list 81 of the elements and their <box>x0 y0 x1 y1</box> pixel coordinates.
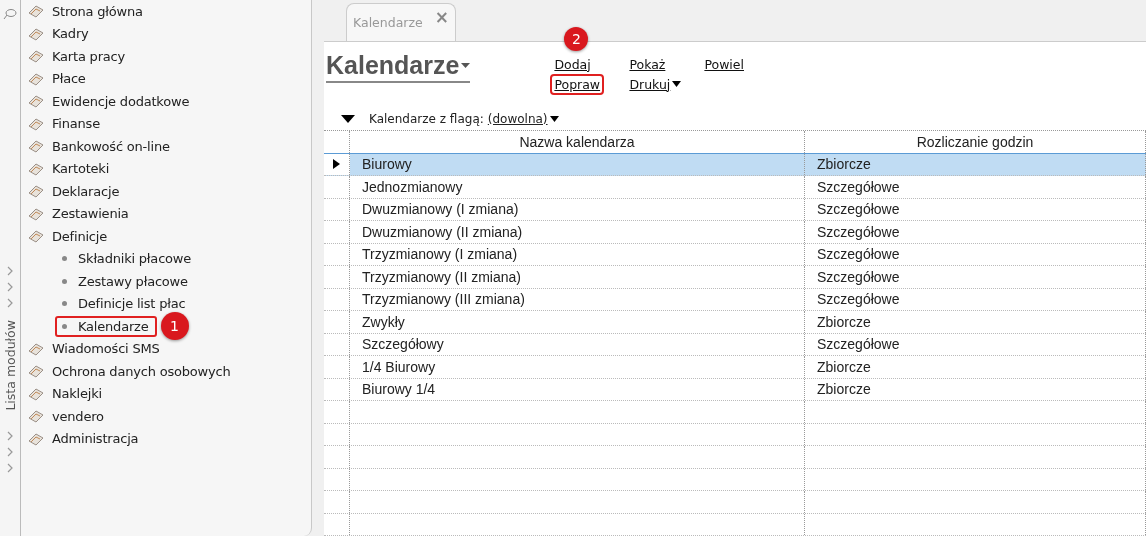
sidebar-subitem[interactable]: Kalendarze <box>55 315 157 337</box>
chevron-icon[interactable] <box>6 430 14 441</box>
table-cell: Szczegółowe <box>805 243 1146 265</box>
module-icon <box>27 93 45 110</box>
table-cell: Szczegółowe <box>805 221 1146 243</box>
column-header[interactable]: Rozliczanie godzin <box>805 131 1146 153</box>
action-link[interactable]: Drukuj <box>625 73 686 95</box>
sidebar-item[interactable]: Zestawienia <box>52 206 129 222</box>
table-cell: Szczegółowe <box>805 333 1146 355</box>
module-icon <box>27 408 45 425</box>
table-cell: Szczegółowe <box>805 266 1146 288</box>
module-icon <box>27 138 45 155</box>
action-link[interactable]: Dodaj <box>550 53 595 75</box>
sidebar-item[interactable]: Finanse <box>52 116 100 132</box>
table-cell: Szczegółowe <box>805 176 1146 198</box>
table-row[interactable]: Zwykły Zbiorcze <box>324 311 1146 334</box>
module-list-label[interactable]: Lista modułów <box>2 320 18 411</box>
sidebar-item[interactable]: Płace <box>52 71 86 87</box>
sidebar-item[interactable]: Wiadomości SMS <box>52 341 160 357</box>
callout-badge: 2 <box>564 27 589 51</box>
chevron-icon[interactable] <box>6 446 14 457</box>
action-link[interactable]: Pokaż <box>625 53 670 75</box>
table-cell: Trzyzmianowy (II zmiana) <box>350 266 805 288</box>
sidebar-item[interactable]: Ewidencje dodatkowe <box>52 93 190 109</box>
sidebar-item[interactable]: vendero <box>52 408 104 424</box>
table-cell: Szczegółowe <box>805 198 1146 220</box>
table-row[interactable]: 1/4 Biurowy Zbiorcze <box>324 356 1146 379</box>
sidebar-item[interactable]: Karta pracy <box>52 48 125 64</box>
table-cell: Trzyzmianowy (III zmiana) <box>350 288 805 310</box>
action-link[interactable]: Powiel <box>700 53 748 75</box>
table-cell: Biurowy 1/4 <box>350 378 805 400</box>
page-title[interactable]: Kalendarze <box>326 50 471 83</box>
table-cell: 1/4 Biurowy <box>350 356 805 378</box>
table-cell: Dwuzmianowy (I zmiana) <box>350 198 805 220</box>
sidebar-item[interactable]: Ochrona danych osobowych <box>52 363 231 379</box>
table-row[interactable]: Biurowy Zbiorcze <box>324 153 1146 176</box>
module-icon <box>27 183 45 200</box>
table-row[interactable]: Jednozmianowy Szczegółowe <box>324 176 1146 199</box>
callout-badge: 1 <box>160 312 189 341</box>
module-icon <box>27 48 45 65</box>
sidebar-item[interactable]: Bankowość on-line <box>52 138 170 154</box>
table-row[interactable]: Trzyzmianowy (III zmiana) Szczegółowe <box>324 288 1146 311</box>
module-icon <box>27 363 45 380</box>
sidebar-item[interactable]: Naklejki <box>52 386 102 402</box>
table-cell: Zbiorcze <box>805 153 1146 175</box>
table-cell: Jednozmianowy <box>350 176 805 198</box>
table-row[interactable]: Szczegółowy Szczegółowe <box>324 333 1146 356</box>
sidebar-subitem[interactable]: Definicje list płac <box>55 293 194 315</box>
caret-icon <box>461 63 471 68</box>
chevron-icon[interactable] <box>6 462 14 473</box>
module-icon <box>27 3 45 20</box>
sidebar-item[interactable]: Strona główna <box>52 3 143 19</box>
table-cell: Zwykły <box>350 311 805 333</box>
sidebar-item[interactable]: Kartoteki <box>52 161 110 177</box>
sidebar-item[interactable]: Administracja <box>52 431 139 447</box>
table-row[interactable]: Trzyzmianowy (II zmiana) Szczegółowe <box>324 266 1146 289</box>
row-pointer-icon <box>333 159 340 170</box>
table-cell: Zbiorcze <box>805 311 1146 333</box>
column-header[interactable]: Nazwa kalendarza <box>350 131 805 153</box>
filter-dropdown[interactable]: (dowolna) <box>487 112 559 126</box>
table-row[interactable]: Dwuzmianowy (II zmiana) Szczegółowe <box>324 221 1146 244</box>
table-cell: Szczegółowe <box>805 288 1146 310</box>
table-cell: Zbiorcze <box>805 378 1146 400</box>
table-cell: Trzyzmianowy (I zmiana) <box>350 243 805 265</box>
table-row[interactable]: Biurowy 1/4 Zbiorcze <box>324 378 1146 401</box>
table-cell: Dwuzmianowy (II zmiana) <box>350 221 805 243</box>
filter-label: Kalendarze z flagą: <box>369 112 484 126</box>
sidebar-item[interactable]: Kadry <box>52 26 89 42</box>
table-cell: Zbiorcze <box>805 356 1146 378</box>
table-cell: Szczegółowy <box>350 333 805 355</box>
collapse-icon[interactable] <box>341 115 355 123</box>
module-icon <box>27 228 45 245</box>
table-row[interactable]: Trzyzmianowy (I zmiana) Szczegółowe <box>324 243 1146 266</box>
table-row[interactable]: Dwuzmianowy (I zmiana) Szczegółowe <box>324 198 1146 221</box>
sidebar-subitem[interactable]: Zestawy płacowe <box>55 270 196 292</box>
table-cell: Biurowy <box>350 153 805 175</box>
sidebar-item[interactable]: Deklaracje <box>52 183 120 199</box>
sidebar-subitem[interactable]: Składniki płacowe <box>55 248 200 270</box>
caret-icon <box>549 116 559 122</box>
action-link[interactable]: Popraw <box>550 73 605 95</box>
sidebar-item[interactable]: Definicje <box>52 228 107 244</box>
